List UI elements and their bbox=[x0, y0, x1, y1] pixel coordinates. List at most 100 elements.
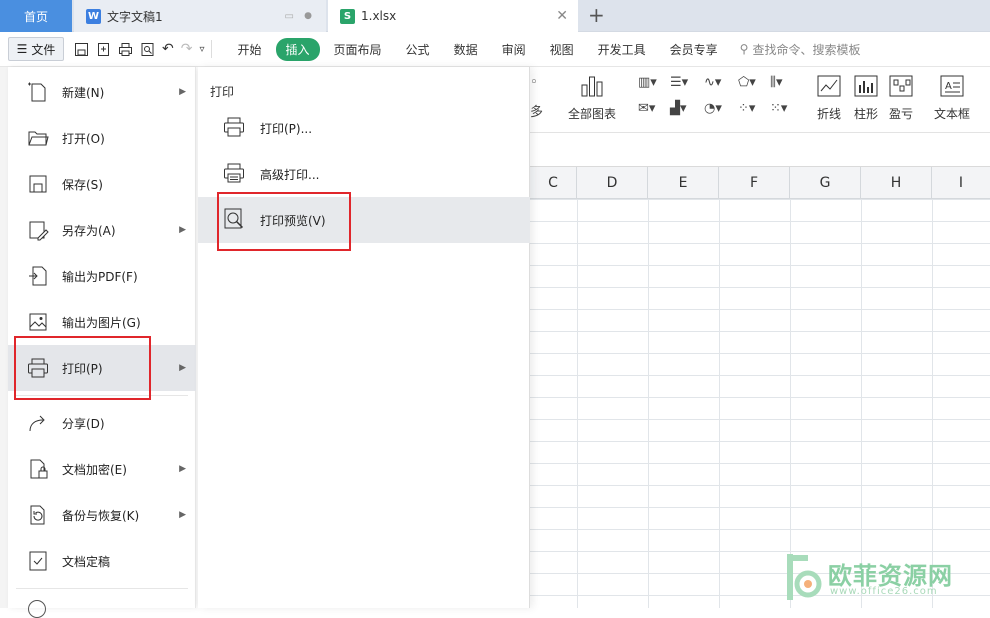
column-header-d[interactable]: D bbox=[577, 167, 648, 199]
file-menu-item-share[interactable]: 分享(D) bbox=[8, 400, 196, 446]
file-menu-item-finalize[interactable]: 文档定稿 bbox=[8, 538, 196, 584]
file-menu-label-export-pdf: 输出为PDF(F) bbox=[62, 269, 138, 284]
export-image-icon bbox=[29, 313, 47, 331]
sparkline-line-icon bbox=[817, 75, 841, 97]
file-menu-label-backup: 备份与恢复(K) bbox=[62, 508, 140, 523]
ribbon-tab-developer[interactable]: 开发工具 bbox=[586, 41, 658, 58]
tab-bar: 首页 W 文字文稿1 ▭ ● S 1.xlsx ✕ + bbox=[0, 0, 990, 32]
printer-icon bbox=[224, 117, 244, 137]
file-menu-item-save[interactable]: 保存(S) bbox=[8, 161, 196, 207]
grid-line bbox=[719, 199, 720, 608]
bar-chart-horizontal-icon[interactable]: ☰▾ bbox=[670, 75, 688, 90]
file-menu-label-save: 保存(S) bbox=[62, 177, 103, 192]
advanced-print-button[interactable]: 高级打印... bbox=[198, 151, 530, 197]
column-header-i[interactable]: I bbox=[932, 167, 990, 199]
all-charts-label: 全部图表 bbox=[568, 107, 617, 121]
file-menu-item-new[interactable]: 新建(N) ▶ bbox=[8, 69, 196, 115]
menu-divider bbox=[16, 588, 188, 589]
textbox-button[interactable]: A 文本框 bbox=[934, 73, 970, 122]
column-header-h[interactable]: H bbox=[861, 167, 932, 199]
stock-chart-icon[interactable]: ⫼▾ bbox=[770, 75, 783, 90]
ribbon-tab-review[interactable]: 审阅 bbox=[490, 41, 538, 58]
chevron-right-icon: ▶ bbox=[179, 87, 186, 97]
close-tab-icon[interactable]: ✕ bbox=[556, 8, 568, 24]
ribbon-tab-view[interactable]: 视图 bbox=[538, 41, 586, 58]
tab-spreadsheet[interactable]: S 1.xlsx ✕ bbox=[328, 0, 578, 32]
column-header-g[interactable]: G bbox=[790, 167, 861, 199]
watermark-url: www.office26.com bbox=[830, 586, 938, 597]
print-button[interactable]: 打印(P)... bbox=[198, 105, 530, 151]
chevron-right-icon: ▶ bbox=[179, 225, 186, 235]
command-search[interactable]: ⚲ 查找命令、搜索模板 bbox=[740, 41, 861, 58]
print-submenu-title: 打印 bbox=[210, 85, 235, 99]
formula-bar[interactable] bbox=[530, 133, 990, 167]
column-header-e[interactable]: E bbox=[648, 167, 719, 199]
print-preview-icon[interactable] bbox=[140, 42, 155, 57]
all-charts-button[interactable]: 全部图表 bbox=[568, 73, 616, 122]
chevron-right-icon: ▶ bbox=[179, 510, 186, 520]
cell-grid[interactable] bbox=[530, 199, 990, 608]
bar-chart-icon bbox=[581, 76, 603, 97]
file-menu-item-backup[interactable]: 备份与恢复(K) ▶ bbox=[8, 492, 196, 538]
file-menu-label-export-image: 输出为图片(G) bbox=[62, 315, 141, 330]
menu-bar: ☰ 文件 ↶ ↷ ▿ 开始 插入 页面布局 公式 数据 审阅 视图 开发工具 会… bbox=[0, 32, 990, 67]
grid-line bbox=[648, 199, 649, 608]
chart-type-icon[interactable]: ◦ bbox=[530, 75, 538, 90]
ribbon-tab-insert[interactable]: 插入 bbox=[275, 37, 320, 61]
ribbon-tab-page-layout[interactable]: 页面布局 bbox=[322, 41, 394, 58]
combo-chart-icon[interactable]: ▟▾ bbox=[670, 101, 687, 116]
other-chart-icon[interactable]: ⁙▾ bbox=[770, 101, 787, 116]
scatter-chart-icon[interactable]: ⁘▾ bbox=[738, 101, 755, 116]
highlight-box-print-preview bbox=[217, 192, 351, 251]
tab-home-label: 首页 bbox=[23, 9, 48, 24]
column-header-f[interactable]: F bbox=[719, 167, 790, 199]
new-tab-icon[interactable]: + bbox=[588, 4, 605, 26]
highlight-box-print bbox=[14, 336, 151, 400]
tab-spreadsheet-label: 1.xlsx bbox=[361, 9, 397, 23]
finalize-document-icon bbox=[29, 551, 47, 571]
file-menu-item-encrypt[interactable]: 文档加密(E) ▶ bbox=[8, 446, 196, 492]
file-menu-label-open: 打开(O) bbox=[62, 131, 105, 146]
svg-text:A: A bbox=[945, 81, 952, 92]
advanced-printer-icon bbox=[224, 163, 244, 183]
column-chart-icon[interactable]: ▥▾ bbox=[638, 75, 657, 90]
radar-chart-icon[interactable]: ⬠▾ bbox=[738, 75, 756, 90]
new-file-icon bbox=[28, 82, 46, 102]
more-label[interactable]: 多 bbox=[530, 101, 543, 120]
insert-toolbar: ◦ 多 全部图表 ▥▾ ☰▾ ∿▾ ⬠▾ ⫼▾ ✉▾ ▟▾ ◔▾ ⁘▾ ⁙▾ 折… bbox=[530, 67, 990, 133]
quick-access-dropdown-icon[interactable]: ▿ bbox=[199, 44, 204, 55]
line-chart-small-icon[interactable]: ∿▾ bbox=[704, 75, 721, 90]
file-menu-label-share: 分享(D) bbox=[62, 416, 105, 431]
sparkline-column-button[interactable]: 柱形 bbox=[853, 73, 879, 122]
map-chart-icon[interactable]: ✉▾ bbox=[638, 101, 655, 116]
pie-chart-icon[interactable]: ◔▾ bbox=[704, 101, 722, 116]
file-menu-item-open[interactable]: 打开(O) bbox=[8, 115, 196, 161]
ribbon-tab-home[interactable]: 开始 bbox=[226, 41, 274, 58]
print-icon[interactable] bbox=[118, 42, 133, 57]
column-header-c[interactable]: C bbox=[530, 167, 577, 199]
ribbon-tab-formulas[interactable]: 公式 bbox=[394, 41, 442, 58]
help-icon[interactable] bbox=[28, 600, 46, 618]
file-menu-label-encrypt: 文档加密(E) bbox=[62, 462, 127, 477]
watermark: 欧菲资源网 www.office26.com bbox=[780, 548, 990, 608]
ribbon-tab-membership[interactable]: 会员专享 bbox=[658, 41, 730, 58]
grid-line bbox=[932, 199, 933, 608]
redo-icon[interactable]: ↷ bbox=[181, 41, 193, 57]
divider bbox=[210, 40, 212, 58]
tab-document[interactable]: W 文字文稿1 ▭ ● bbox=[74, 0, 326, 32]
ribbon-tabs: 开始 插入 页面布局 公式 数据 审阅 视图 开发工具 会员专享 bbox=[226, 37, 730, 61]
file-menu-item-save-as[interactable]: 另存为(A) ▶ bbox=[8, 207, 196, 253]
export-pdf-icon bbox=[29, 266, 47, 286]
undo-icon[interactable]: ↶ bbox=[162, 41, 174, 57]
sparkline-winloss-button[interactable]: 盈亏 bbox=[888, 73, 914, 122]
export-icon[interactable] bbox=[96, 42, 111, 57]
file-menu-button[interactable]: ☰ 文件 bbox=[8, 37, 64, 61]
sparkline-line-button[interactable]: 折线 bbox=[816, 73, 842, 122]
advanced-print-label: 高级打印... bbox=[260, 168, 320, 182]
watermark-logo-icon bbox=[787, 554, 822, 600]
save-icon[interactable] bbox=[74, 42, 89, 57]
save-as-icon bbox=[29, 221, 49, 241]
file-menu-item-export-pdf[interactable]: 输出为PDF(F) bbox=[8, 253, 196, 299]
ribbon-tab-data[interactable]: 数据 bbox=[442, 41, 490, 58]
tab-home[interactable]: 首页 bbox=[0, 0, 72, 32]
